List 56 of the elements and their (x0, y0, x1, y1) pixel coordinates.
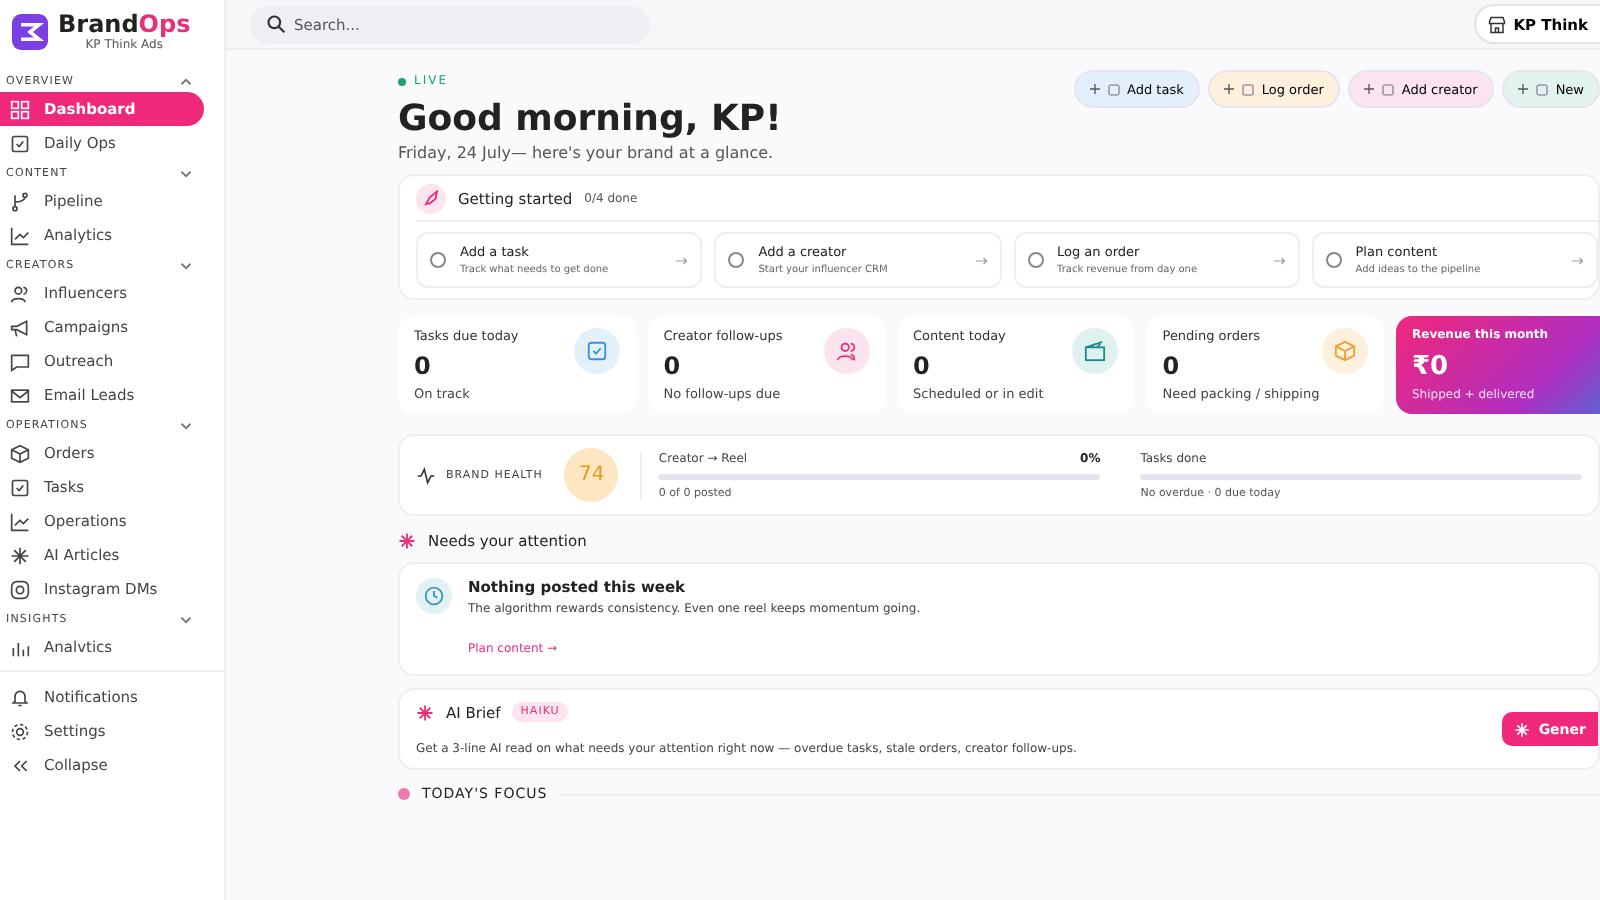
arrow-icon (1273, 255, 1286, 265)
plus-icon (1517, 84, 1528, 94)
envelope-icon (10, 385, 30, 405)
chevron-icon[interactable] (180, 76, 192, 88)
subtitle: Friday, 24 July— here's your brand at a glance. (398, 144, 776, 162)
plus-icon (1089, 84, 1100, 94)
chevron-icon[interactable] (180, 614, 192, 626)
bell-icon (10, 687, 30, 707)
branch-icon (10, 191, 30, 211)
arrow-icon (975, 255, 987, 265)
chevron-icon[interactable] (180, 260, 192, 272)
box-icon (10, 443, 30, 463)
pulse-icon (416, 465, 436, 485)
sparkle-icon (1514, 721, 1531, 737)
bar-chart-icon (10, 637, 30, 657)
sparkle-icon (398, 532, 416, 550)
step-checkbox[interactable] (728, 252, 745, 268)
stat-value: 0 (1162, 352, 1182, 380)
sparkle-icon (416, 703, 434, 721)
logo-icon (12, 14, 48, 50)
chevron-icon[interactable] (180, 168, 192, 180)
stat-value: 0 (414, 352, 433, 380)
stat-value: 0 (663, 352, 683, 380)
revenue-value: ₹0 (1412, 352, 1451, 382)
chat-bubble-icon (10, 351, 30, 371)
step-checkbox[interactable] (1325, 252, 1342, 268)
arrow-icon (676, 255, 689, 265)
health-score: 74 (564, 448, 619, 502)
chevron-icon[interactable] (180, 420, 192, 432)
clock-icon (416, 578, 452, 614)
settings-icon (10, 721, 30, 741)
square-icon (1107, 83, 1120, 95)
line-chart-icon (10, 511, 30, 531)
plus-icon (1223, 84, 1234, 94)
line-chart-icon (10, 225, 30, 245)
search-icon (266, 14, 286, 34)
clipboard-icon (10, 133, 30, 153)
checkbox-icon (10, 477, 30, 497)
store-icon (1487, 15, 1506, 33)
brand-name: BrandOps (58, 12, 191, 38)
megaphone-icon (10, 317, 30, 337)
users-icon (10, 283, 30, 303)
camera-icon (10, 579, 30, 599)
plus-icon (1363, 84, 1374, 94)
grid-icon (10, 99, 30, 119)
arrow-icon (1572, 255, 1584, 265)
step-checkbox[interactable] (430, 252, 446, 268)
sparkle-icon (10, 545, 30, 565)
square-icon (1381, 83, 1394, 95)
square-icon (1535, 83, 1548, 95)
double-chevron-icon (10, 755, 30, 775)
dot-icon (398, 788, 410, 800)
greeting-heading: Good morning, KP! (398, 98, 782, 140)
square-icon (1241, 83, 1254, 95)
stat-value: 0 (913, 352, 932, 380)
step-checkbox[interactable] (1027, 252, 1043, 268)
